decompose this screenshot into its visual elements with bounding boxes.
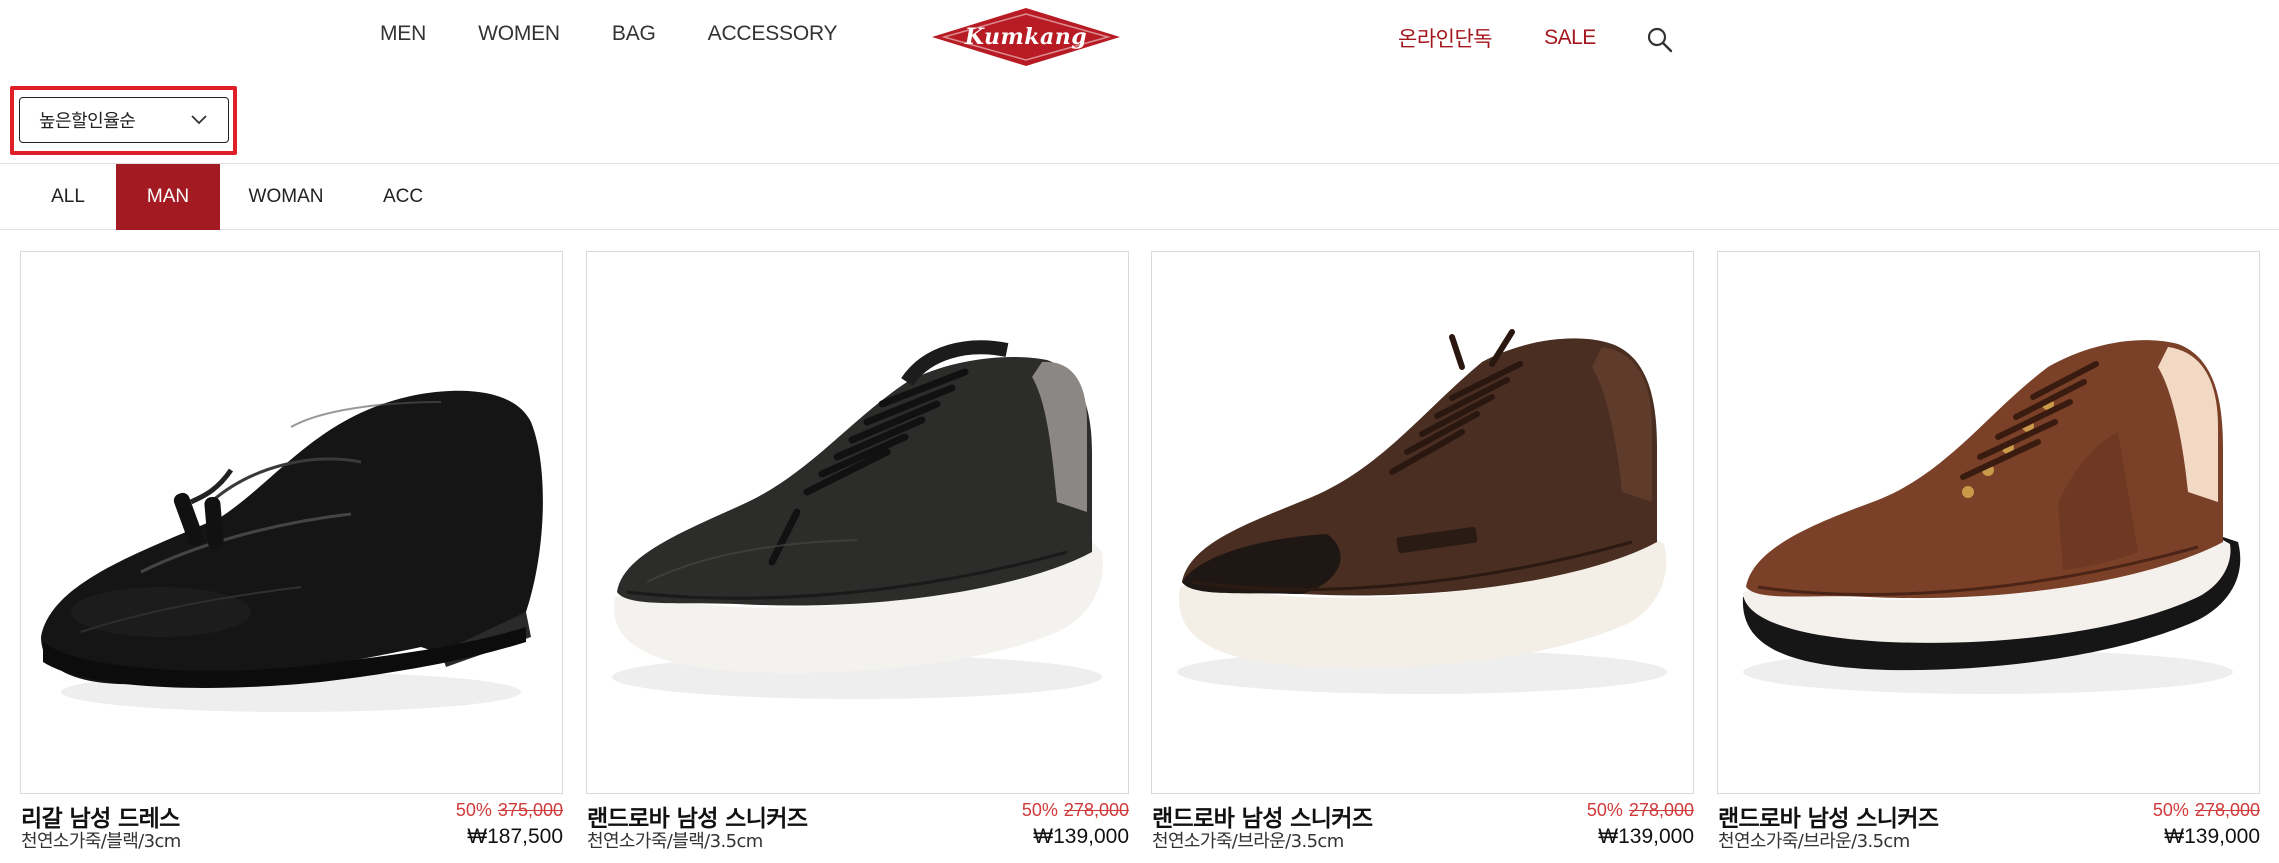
sale-price: ₩139,000	[2164, 825, 2260, 848]
product-discount-row: 50% 278,000	[2153, 800, 2260, 821]
product-discount-row: 50% 278,000	[1022, 800, 1129, 821]
product-desc: 천연소가죽/블랙/3.5cm	[587, 831, 763, 852]
product-discount-row: 50% 375,000	[456, 800, 563, 821]
nav-men[interactable]: MEN	[380, 22, 426, 46]
tab-acc[interactable]: ACC	[372, 164, 434, 230]
sale-price: ₩139,000	[1033, 825, 1129, 848]
product-desc: 천연소가죽/브라운/3.5cm	[1152, 831, 1344, 852]
tab-man[interactable]: MAN	[116, 164, 220, 230]
sort-dropdown[interactable]: 높은할인율순	[19, 97, 229, 143]
product-image-black-leather-sneaker[interactable]	[586, 251, 1129, 794]
nav-sale[interactable]: SALE	[1544, 26, 1596, 50]
main-nav: MEN WOMEN BAG ACCESSORY	[380, 22, 889, 46]
product-image-black-tassel-loafer[interactable]	[20, 251, 563, 794]
product-card[interactable]: 랜드로바 남성 스니커즈 천연소가죽/브라운/3.5cm 50% 278,000 …	[1151, 251, 1694, 863]
nav-women[interactable]: WOMEN	[478, 22, 560, 46]
logo-text: Kumkang	[964, 24, 1088, 50]
tab-all[interactable]: ALL	[36, 164, 100, 230]
tab-woman[interactable]: WOMAN	[240, 164, 332, 230]
original-price: 375,000	[497, 800, 563, 820]
search-icon[interactable]	[1646, 26, 1674, 54]
chevron-down-icon	[191, 115, 207, 125]
nav-bag[interactable]: BAG	[612, 22, 656, 46]
sale-price: ₩187,500	[467, 825, 563, 848]
product-image-dark-brown-leather-sneaker[interactable]	[1151, 251, 1694, 794]
product-card[interactable]: 리갈 남성 드레스 천연소가죽/블랙/3cm 50% 375,000 ₩187,5…	[20, 251, 563, 863]
product-card[interactable]: 랜드로바 남성 스니커즈 천연소가죽/브라운/3.5cm 50% 278,000 …	[1717, 251, 2260, 863]
original-price: 278,000	[1628, 800, 1694, 820]
site-header: MEN WOMEN BAG ACCESSORY Kumkang 온라인단독 SA…	[0, 0, 2279, 75]
product-desc: 천연소가죽/블랙/3cm	[21, 831, 181, 852]
product-desc: 천연소가죽/브라운/3.5cm	[1718, 831, 1910, 852]
original-price: 278,000	[2194, 800, 2260, 820]
secondary-nav: 온라인단독 SALE	[1398, 22, 1674, 54]
nav-online-exclusive[interactable]: 온라인단독	[1398, 23, 1493, 53]
discount-rate: 50%	[1586, 800, 1623, 820]
sale-price: ₩139,000	[1598, 825, 1694, 848]
kumkang-logo[interactable]: Kumkang	[930, 6, 1122, 68]
discount-rate: 50%	[2152, 800, 2189, 820]
category-tabs: ALL MAN WOMAN ACC	[0, 163, 2279, 230]
discount-rate: 50%	[455, 800, 492, 820]
product-card[interactable]: 랜드로바 남성 스니커즈 천연소가죽/블랙/3.5cm 50% 278,000 ₩…	[586, 251, 1129, 863]
nav-accessory[interactable]: ACCESSORY	[708, 22, 838, 46]
product-discount-row: 50% 278,000	[1587, 800, 1694, 821]
sort-selected-label: 높은할인율순	[39, 111, 136, 132]
product-image-brown-leather-sneaker[interactable]	[1717, 251, 2260, 794]
discount-rate: 50%	[1021, 800, 1058, 820]
original-price: 278,000	[1063, 800, 1129, 820]
